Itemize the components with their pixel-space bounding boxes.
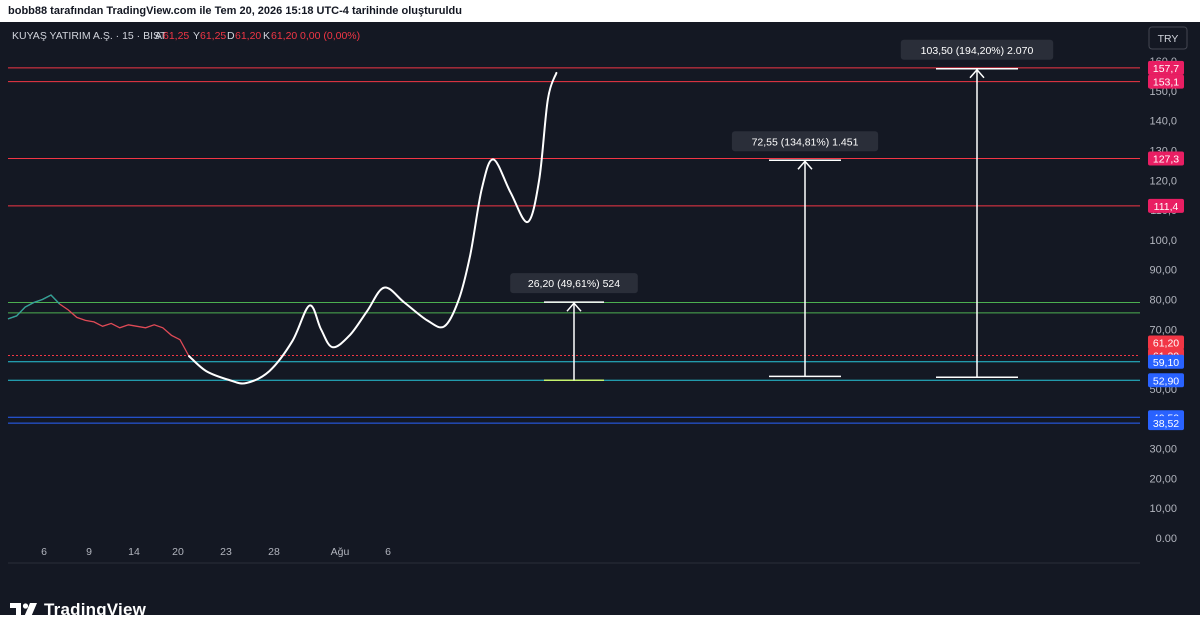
price-badge-label-0: 157,7 [1153,63,1179,75]
measure-label-0: 26,20 (49,61%) 524 [528,278,620,290]
measure-label-1: 72,55 (134,81%) 1.451 [752,136,859,148]
x-tick-label-3: 20 [172,546,184,558]
y-tick-label-7: 90,00 [1149,265,1177,277]
tradingview-logo[interactable]: TradingView [10,600,146,620]
x-tick-label-4: 23 [220,546,232,558]
x-tick-label-1: 9 [86,546,92,558]
tradingview-brand: TradingView [44,600,147,619]
y-tick-label-14: 20,00 [1149,473,1177,485]
x-tick-label-5: 28 [268,546,280,558]
chart-frame: 26,20 (49,61%) 524 72,55 (134,81%) 1.451 1… [0,22,1200,619]
y-tick-label-4: 120,0 [1149,175,1177,187]
legend-open-label: A [155,30,162,42]
y-tick-label-15: 10,00 [1149,503,1177,515]
y-tick-label-2: 140,0 [1149,116,1177,128]
legend-symbol: KUYAŞ YATIRIM A.Ş. · 15 · BIST [12,30,167,42]
legend-close-label: K [263,30,270,42]
x-tick-label-7: 6 [385,546,391,558]
measure-label-2: 103,50 (194,20%) 2.070 [921,45,1034,57]
tradingview-logo-icon [10,603,37,617]
x-tick-label-0: 6 [41,546,47,558]
x-tick-label-6: Ağu [331,546,350,558]
legend-open-value: 61,25 [163,30,189,42]
y-tick-label-16: 0.00 [1156,533,1177,545]
caption-text: bobb88 tarafından TradingView.com ile Te… [8,5,462,17]
x-tick-label-2: 14 [128,546,140,558]
legend-low-value: 61,20 [235,30,261,42]
legend-low-label: D [227,30,235,42]
price-badge-label-2: 127,3 [1153,153,1179,165]
last-price-badge-label: 61,20 [1153,338,1179,350]
legend-change: 0,00 (0,00%) [300,30,360,42]
price-badge-label-1: 153,1 [1153,77,1179,89]
legend-high-label: Y [193,30,200,42]
top-caption-bar: bobb88 tarafından TradingView.com ile Te… [0,0,1200,22]
price-badge-label-8: 52,90 [1153,375,1179,387]
price-badge-label-7: 59,10 [1153,357,1179,369]
price-badge-label-3: 111,4 [1154,201,1179,213]
y-tick-label-8: 80,00 [1149,295,1177,307]
y-tick-label-9: 70,00 [1149,324,1177,336]
y-tick-label-13: 30,00 [1149,444,1177,456]
y-tick-label-6: 100,0 [1149,235,1177,247]
price-badge-label-10: 38,52 [1153,418,1179,430]
chart-background [0,22,1200,615]
currency-label: TRY [1158,33,1179,45]
legend-close-value: 61,20 [271,30,297,42]
price-chart[interactable]: 26,20 (49,61%) 524 72,55 (134,81%) 1.451 1… [0,22,1200,615]
legend-high-value: 61,25 [200,30,226,42]
